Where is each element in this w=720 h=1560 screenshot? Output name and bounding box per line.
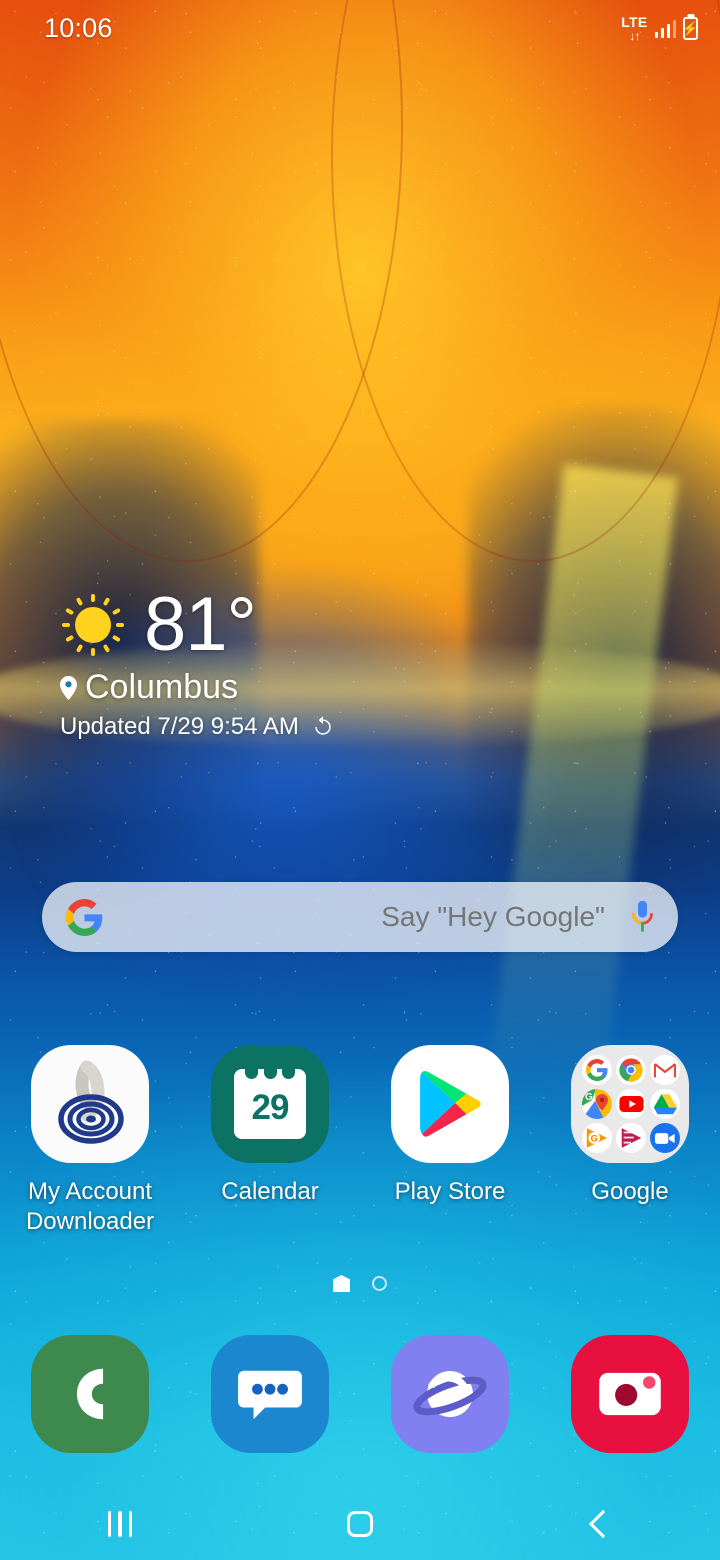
- dock-app-camera[interactable]: [540, 1335, 720, 1453]
- back-icon: [588, 1509, 618, 1539]
- play-store-icon[interactable]: [391, 1045, 509, 1163]
- home-icon: [347, 1511, 373, 1537]
- sun-ray: [91, 648, 95, 656]
- chrome-icon[interactable]: [616, 1055, 646, 1085]
- maps-icon[interactable]: G: [582, 1089, 612, 1119]
- podcasts-icon[interactable]: G: [582, 1123, 612, 1153]
- lte-indicator: LTE ↓↑: [621, 15, 647, 42]
- app-label: Play Store: [394, 1178, 506, 1205]
- sun-ray: [102, 643, 111, 653]
- app-label: Calendar: [221, 1178, 319, 1205]
- calendar-icon[interactable]: 29: [211, 1045, 329, 1163]
- calendar-page: 29: [234, 1068, 306, 1139]
- data-arrows-icon: ↓↑: [629, 28, 640, 43]
- app-grid: My Account Downloader 29 Calendar Play S…: [0, 1045, 720, 1237]
- lte-label: LTE: [621, 13, 648, 30]
- weather-temperature: 81°: [144, 582, 257, 668]
- app-play-store[interactable]: Play Store: [360, 1045, 540, 1237]
- status-bar: 10:06 LTE ↓↑ ⚡: [0, 0, 720, 56]
- svg-text:G: G: [585, 1092, 593, 1103]
- page-dot-icon[interactable]: [372, 1276, 387, 1291]
- sun-ray: [75, 597, 84, 607]
- app-label: Google: [591, 1178, 669, 1205]
- recents-icon: [107, 1511, 133, 1537]
- dock: [0, 1335, 720, 1453]
- weather-location: Columbus: [85, 668, 239, 706]
- status-clock: 10:06: [44, 12, 113, 43]
- home-screen: 10:06 LTE ↓↑ ⚡ 81° Columbus Updated 7/29…: [0, 0, 720, 1560]
- home-button[interactable]: [240, 1511, 480, 1537]
- weather-updated-row: Updated 7/29 9:54 AM: [60, 713, 335, 741]
- dock-app-internet[interactable]: [360, 1335, 540, 1453]
- sun-ray: [65, 634, 75, 643]
- sun-ray: [91, 594, 95, 602]
- my-account-downloader-icon[interactable]: [31, 1045, 149, 1163]
- dock-app-phone[interactable]: [0, 1335, 180, 1453]
- navigation-bar: [0, 1488, 720, 1560]
- calendar-day-number: 29: [251, 1088, 290, 1127]
- recents-button[interactable]: [0, 1511, 240, 1537]
- google-search-bar[interactable]: Say "Hey Google": [42, 882, 678, 952]
- page-indicator: [0, 1275, 720, 1292]
- svg-text:G: G: [591, 1134, 598, 1144]
- google-folder-icon[interactable]: G G: [571, 1045, 689, 1163]
- app-folder-google[interactable]: G G Google: [540, 1045, 720, 1237]
- messages-icon[interactable]: [211, 1335, 329, 1453]
- google-icon[interactable]: [582, 1055, 612, 1085]
- app-my-account-downloader[interactable]: My Account Downloader: [0, 1045, 180, 1237]
- app-label: My Account Downloader: [25, 1178, 155, 1235]
- location-pin-icon: [60, 675, 77, 700]
- weather-location-row: Columbus: [60, 668, 335, 707]
- search-placeholder[interactable]: Say "Hey Google": [103, 901, 629, 933]
- youtube-icon[interactable]: [616, 1089, 646, 1119]
- play-movies-icon[interactable]: [616, 1123, 646, 1153]
- home-page-icon[interactable]: [333, 1275, 350, 1292]
- battery-charging-icon: ⚡: [682, 16, 699, 40]
- duo-icon[interactable]: [650, 1123, 680, 1153]
- sun-icon: [56, 588, 130, 662]
- back-button[interactable]: [480, 1509, 720, 1539]
- wallpaper: [0, 0, 720, 1560]
- sun-ray: [111, 607, 121, 616]
- sun-ray: [65, 607, 75, 616]
- wallpaper-glitter: [0, 0, 720, 1560]
- drive-icon[interactable]: [650, 1089, 680, 1119]
- sun-ray: [116, 623, 124, 627]
- phone-icon[interactable]: [31, 1335, 149, 1453]
- google-g-icon[interactable]: [66, 898, 103, 936]
- sun-ray: [102, 597, 111, 607]
- dock-app-messages[interactable]: [180, 1335, 360, 1453]
- refresh-icon[interactable]: [311, 715, 335, 739]
- weather-updated-text: Updated 7/29 9:54 AM: [60, 713, 299, 740]
- sun-ray: [62, 623, 70, 627]
- sun-ray: [111, 634, 121, 643]
- status-icons: LTE ↓↑ ⚡: [621, 15, 698, 42]
- signal-bars-icon: [654, 18, 676, 38]
- weather-main-row: 81°: [56, 582, 335, 668]
- app-calendar[interactable]: 29 Calendar: [180, 1045, 360, 1237]
- battery-bolt-glyph: ⚡: [682, 20, 699, 36]
- samsung-internet-icon[interactable]: [391, 1335, 509, 1453]
- microphone-icon[interactable]: [629, 900, 656, 934]
- weather-widget[interactable]: 81° Columbus Updated 7/29 9:54 AM: [56, 582, 335, 741]
- camera-icon[interactable]: [571, 1335, 689, 1453]
- gmail-icon[interactable]: [650, 1055, 680, 1085]
- sun-ray: [75, 643, 84, 653]
